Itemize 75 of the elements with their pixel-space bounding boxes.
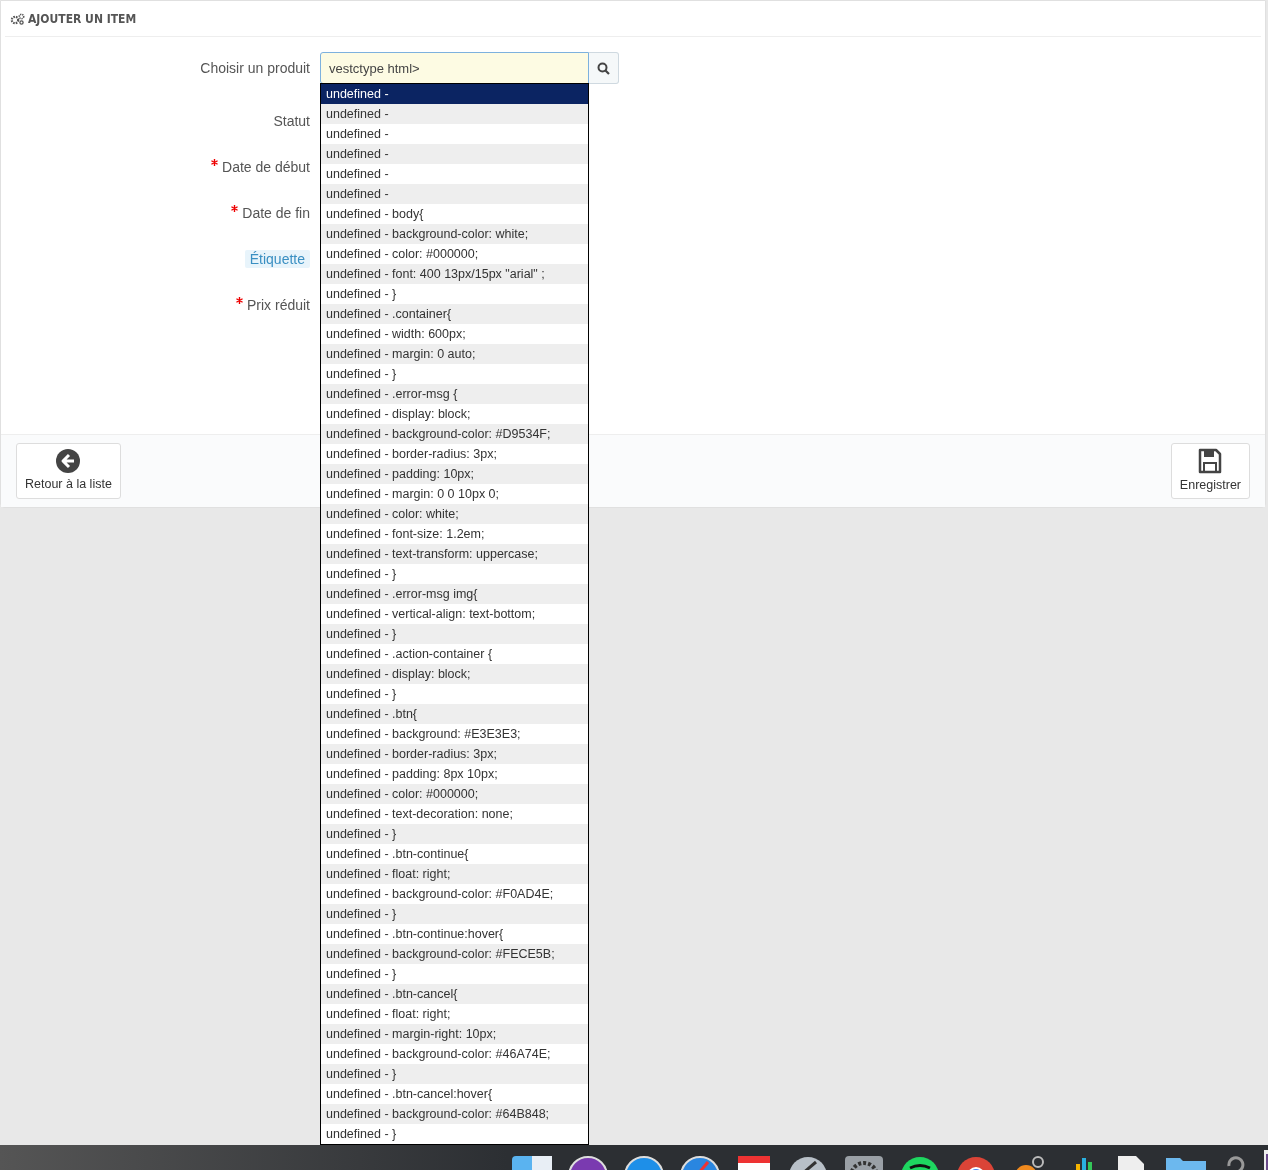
product-search-field[interactable]: vestctype html> (320, 52, 589, 84)
suggestion-item[interactable]: undefined - padding: 8px 10px; (321, 764, 588, 784)
suggestion-item[interactable]: undefined - } (321, 1064, 588, 1084)
folder-icon[interactable] (1164, 1156, 1208, 1170)
suggestion-item[interactable]: undefined - .btn-cancel:hover{ (321, 1084, 588, 1104)
suggestion-item[interactable]: undefined - .btn-continue{ (321, 844, 588, 864)
search-icon (597, 61, 610, 75)
suggestion-item[interactable]: undefined - border-radius: 3px; (321, 744, 588, 764)
suggestion-item[interactable]: undefined - } (321, 684, 588, 704)
suggestion-item[interactable]: undefined - (321, 164, 588, 184)
suggestion-item[interactable]: undefined - margin: 0 auto; (321, 344, 588, 364)
field-label: Date de début (222, 158, 310, 175)
panel-title: AJOUTER UN ITEM (28, 11, 137, 28)
suggestion-item[interactable]: undefined - } (321, 364, 588, 384)
suggestion-item[interactable]: undefined - .error-msg { (321, 384, 588, 404)
search-button[interactable] (589, 52, 619, 84)
suggestion-item[interactable]: undefined - .btn-cancel{ (321, 984, 588, 1004)
suggestion-item[interactable]: undefined - } (321, 964, 588, 984)
field-label: Choisir un produit (200, 59, 310, 76)
gears-icon (10, 13, 25, 25)
suggestion-item[interactable]: undefined - .container{ (321, 304, 588, 324)
round-app-icon[interactable] (624, 1156, 664, 1170)
suggestion-item[interactable]: undefined - } (321, 1124, 588, 1144)
suggestion-item[interactable]: undefined - background-color: #64B848; (321, 1104, 588, 1124)
suggestion-item[interactable]: undefined - (321, 144, 588, 164)
field-label: Date de fin (242, 204, 310, 221)
suggestion-item[interactable]: undefined - vertical-align: text-bottom; (321, 604, 588, 624)
suggestion-item[interactable]: undefined - .action-container { (321, 644, 588, 664)
suggestion-item[interactable]: undefined - } (321, 564, 588, 584)
suggestion-item[interactable]: undefined - } (321, 824, 588, 844)
suggestion-item[interactable]: undefined - } (321, 284, 588, 304)
suggestion-item[interactable]: undefined - (321, 104, 588, 124)
calendar-icon[interactable] (736, 1156, 772, 1170)
suggestion-item[interactable]: undefined - .btn{ (321, 704, 588, 724)
suggestion-item[interactable]: undefined - (321, 184, 588, 204)
suggestion-item[interactable]: undefined - background-color: #FECE5B; (321, 944, 588, 964)
suggestion-item[interactable]: undefined - font-size: 1.2em; (321, 524, 588, 544)
suggestion-item[interactable]: undefined - body{ (321, 204, 588, 224)
round-app-icon[interactable] (568, 1156, 608, 1170)
suggestion-item[interactable]: undefined - margin: 0 0 10px 0; (321, 484, 588, 504)
suggestion-item[interactable]: undefined - border-radius: 3px; (321, 444, 588, 464)
suggestion-item[interactable]: undefined - width: 600px; (321, 324, 588, 344)
save-button[interactable]: Enregistrer (1170, 443, 1250, 499)
round-app-icon[interactable] (900, 1156, 940, 1170)
left-arrow-circle-icon (56, 448, 81, 473)
suggestion-item[interactable]: undefined - color: #000000; (321, 244, 588, 264)
field-label: Statut (273, 112, 310, 129)
suggestion-item[interactable]: undefined - (321, 84, 588, 104)
suggestion-item[interactable]: undefined - (321, 124, 588, 144)
gear-icon[interactable] (844, 1156, 884, 1170)
round-app-icon[interactable] (956, 1156, 996, 1170)
suggestion-item[interactable]: undefined - display: block; (321, 404, 588, 424)
suggestion-item[interactable]: undefined - display: block; (321, 664, 588, 684)
suggestion-item[interactable]: undefined - background-color: #D9534F; (321, 424, 588, 444)
suggestion-item[interactable]: undefined - margin-right: 10px; (321, 1024, 588, 1044)
suggestion-item[interactable]: undefined - .btn-continue:hover{ (321, 924, 588, 944)
suggestion-item[interactable]: undefined - background: #E3E3E3; (321, 724, 588, 744)
back-to-list-button[interactable]: Retour à la liste (16, 443, 121, 499)
suggestion-item[interactable]: undefined - .error-msg img{ (321, 584, 588, 604)
suggestion-item[interactable]: undefined - } (321, 624, 588, 644)
suggestion-item[interactable]: undefined - } (321, 904, 588, 924)
suggestion-item[interactable]: undefined - text-transform: uppercase; (321, 544, 588, 564)
suggestion-item[interactable]: undefined - float: right; (321, 864, 588, 884)
compass-icon[interactable] (680, 1156, 720, 1170)
suggestion-item[interactable]: undefined - background-color: #F0AD4E; (321, 884, 588, 904)
suggestion-item[interactable]: undefined - background-color: #46A74E; (321, 1044, 588, 1064)
suggestion-item[interactable]: undefined - background-color: white; (321, 224, 588, 244)
suggestion-item[interactable]: undefined - font: 400 13px/15px "arial" ; (321, 264, 588, 284)
hint-label: Étiquette (244, 249, 310, 268)
suggestion-item[interactable]: undefined - color: white; (321, 504, 588, 524)
field-label: Prix réduit (246, 296, 310, 313)
suggestion-item[interactable]: undefined - padding: 10px; (321, 464, 588, 484)
suggestion-item[interactable]: undefined - text-decoration: none; (321, 804, 588, 824)
suggestion-item[interactable]: undefined - color: #000000; (321, 784, 588, 804)
suggestion-item[interactable]: undefined - float: right; (321, 1004, 588, 1024)
